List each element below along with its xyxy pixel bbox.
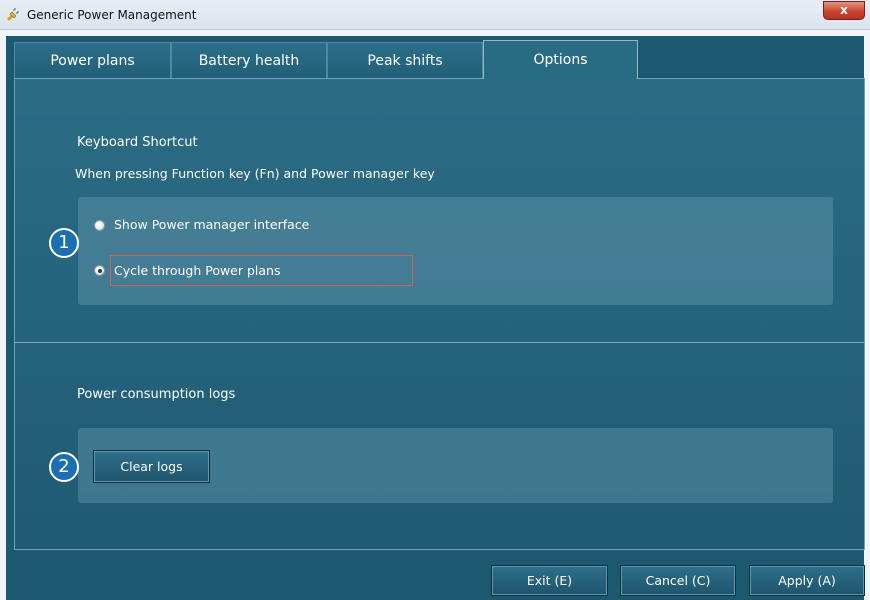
tab-options[interactable]: Options <box>483 40 638 79</box>
tab-label: Battery health <box>198 53 300 69</box>
clear-logs-button[interactable]: Clear logs <box>93 450 210 483</box>
keyboard-shortcut-heading: Keyboard Shortcut <box>77 135 198 150</box>
radio-show-interface-label[interactable]: Show Power manager interface <box>114 217 309 232</box>
tab-label: Options <box>533 52 588 68</box>
callout-badge-2: 2 <box>49 452 79 482</box>
tab-peak-shifts[interactable]: Peak shifts <box>327 42 483 78</box>
callout-badge-1: 1 <box>49 228 79 258</box>
keyboard-shortcut-description: When pressing Function key (Fn) and Powe… <box>75 166 435 181</box>
radio-cycle-power-plans-label[interactable]: Cycle through Power plans <box>114 263 281 278</box>
close-button[interactable]: x <box>823 1 865 20</box>
window-title: Generic Power Management <box>27 8 197 22</box>
apply-button[interactable]: Apply (A) <box>749 565 865 596</box>
tab-battery-health[interactable]: Battery health <box>171 42 327 78</box>
power-plug-icon <box>5 7 21 23</box>
shortcut-options-group <box>78 197 833 305</box>
tab-label: Peak shifts <box>367 53 443 69</box>
exit-button[interactable]: Exit (E) <box>491 565 608 596</box>
radio-show-interface[interactable] <box>94 220 105 231</box>
section-divider <box>15 342 864 343</box>
close-icon: x <box>840 3 848 17</box>
logs-heading: Power consumption logs <box>77 387 236 402</box>
tab-power-plans[interactable]: Power plans <box>14 42 171 78</box>
tab-label: Power plans <box>50 53 135 69</box>
cancel-button[interactable]: Cancel (C) <box>620 565 736 596</box>
radio-cycle-power-plans[interactable] <box>94 265 105 276</box>
title-bar: Generic Power Management x <box>0 0 870 30</box>
